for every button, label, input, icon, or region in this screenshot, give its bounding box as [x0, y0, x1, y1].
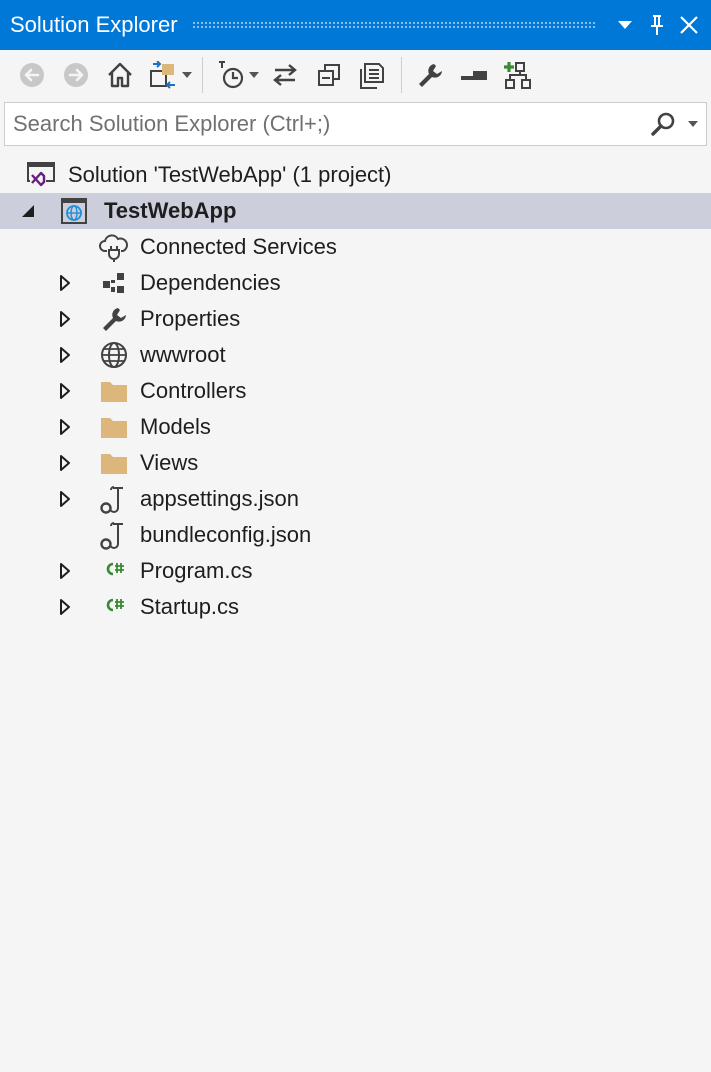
tree-item-controllers[interactable]: Controllers: [0, 373, 711, 409]
tree-item-project[interactable]: TestWebApp: [0, 193, 711, 229]
tree-item-connected-services[interactable]: Connected Services: [0, 229, 711, 265]
collapsed-arrow-icon[interactable]: [58, 274, 72, 292]
web-project-icon: [59, 196, 89, 226]
forward-button[interactable]: [54, 53, 98, 97]
expanded-arrow-icon[interactable]: [21, 202, 35, 220]
tree-item-label: Dependencies: [140, 270, 281, 295]
collapsed-arrow-icon[interactable]: [58, 346, 72, 364]
tree-item-label: wwwroot: [140, 342, 226, 367]
project-label: TestWebApp: [104, 198, 237, 223]
toolbar: [0, 50, 711, 100]
folder-icon: [99, 448, 129, 478]
pending-changes-dropdown[interactable]: [245, 53, 263, 97]
switch-views-dropdown[interactable]: [178, 53, 196, 97]
search-box: [4, 102, 707, 146]
view-class-diagram-icon: [504, 62, 531, 89]
sync-with-active-document-icon: [273, 64, 297, 86]
collapse-all-icon: [318, 64, 340, 86]
tree-item-bundleconfig[interactable]: bundleconfig.json: [0, 517, 711, 553]
solution-tree: Solution 'TestWebApp' (1 project) TestWe…: [0, 157, 711, 625]
dependencies-icon: [99, 268, 129, 298]
tree-item-models[interactable]: Models: [0, 409, 711, 445]
title-bar: Solution Explorer: [0, 0, 711, 50]
switch-views-icon: [150, 61, 175, 89]
chevron-down-icon: [182, 72, 192, 78]
tree-item-label: Program.cs: [140, 558, 253, 583]
collapsed-arrow-icon[interactable]: [58, 382, 72, 400]
home-button[interactable]: [98, 53, 142, 97]
tree-item-appsettings[interactable]: appsettings.json: [0, 481, 711, 517]
window-position-dropdown[interactable]: [609, 0, 641, 50]
pin-icon: [651, 15, 663, 35]
collapsed-arrow-icon[interactable]: [58, 418, 72, 436]
home-icon: [108, 62, 132, 88]
title-grip[interactable]: [191, 20, 597, 30]
csharp-file-icon: [99, 556, 129, 586]
solution-label: Solution 'TestWebApp' (1 project): [68, 162, 392, 187]
json-file-icon: [99, 520, 129, 550]
close-button[interactable]: [673, 0, 705, 50]
search-button[interactable]: [646, 104, 680, 144]
connected-services-icon: [99, 232, 129, 262]
sync-with-active-document-button[interactable]: [263, 53, 307, 97]
preview-selected-items-button[interactable]: [452, 53, 496, 97]
search-input[interactable]: [5, 103, 646, 145]
folder-icon: [99, 412, 129, 442]
tree-item-views[interactable]: Views: [0, 445, 711, 481]
tree-item-label: Properties: [140, 306, 241, 331]
tree-item-label: bundleconfig.json: [140, 522, 312, 547]
tree-item-label: Connected Services: [140, 234, 337, 259]
collapsed-arrow-icon[interactable]: [58, 562, 72, 580]
folder-icon: [99, 376, 129, 406]
collapsed-arrow-icon[interactable]: [58, 598, 72, 616]
json-file-icon: [99, 484, 129, 514]
back-icon: [20, 63, 44, 87]
toolbar-separator: [401, 57, 402, 93]
collapsed-arrow-icon[interactable]: [58, 310, 72, 328]
tree-item-wwwroot[interactable]: wwwroot: [0, 337, 711, 373]
tree-item-label: Models: [140, 414, 211, 439]
chevron-down-icon: [688, 121, 698, 127]
search-icon: [651, 112, 675, 136]
show-all-files-button[interactable]: [351, 53, 395, 97]
chevron-down-icon: [249, 72, 259, 78]
tree-item-label: Controllers: [140, 378, 247, 403]
panel-title: Solution Explorer: [10, 12, 178, 37]
show-all-files-icon: [360, 63, 384, 89]
wrench-icon: [99, 304, 129, 334]
toolbar-separator: [202, 57, 203, 93]
csharp-file-icon: [99, 592, 129, 622]
collapsed-arrow-icon[interactable]: [58, 490, 72, 508]
auto-hide-pin-button[interactable]: [641, 0, 673, 50]
back-button[interactable]: [10, 53, 54, 97]
tree-item-program[interactable]: Program.cs: [0, 553, 711, 589]
pending-changes-filter-icon: [219, 61, 244, 89]
solution-icon: [26, 160, 56, 190]
close-icon: [680, 16, 698, 34]
properties-icon: [419, 64, 442, 87]
view-class-diagram-button[interactable]: [496, 53, 540, 97]
tree-item-properties[interactable]: Properties: [0, 301, 711, 337]
tree-item-label: appsettings.json: [140, 486, 299, 511]
tree-item-solution[interactable]: Solution 'TestWebApp' (1 project): [0, 157, 711, 193]
properties-button[interactable]: [408, 53, 452, 97]
search-options-dropdown[interactable]: [680, 104, 706, 144]
preview-icon: [461, 71, 487, 80]
forward-icon: [64, 63, 88, 87]
collapse-all-button[interactable]: [307, 53, 351, 97]
tree-item-label: Views: [140, 450, 199, 475]
collapsed-arrow-icon[interactable]: [58, 454, 72, 472]
globe-icon: [99, 340, 129, 370]
tree-item-label: Startup.cs: [140, 594, 240, 619]
tree-item-startup[interactable]: Startup.cs: [0, 589, 711, 625]
tree-item-dependencies[interactable]: Dependencies: [0, 265, 711, 301]
chevron-down-icon: [618, 21, 632, 29]
